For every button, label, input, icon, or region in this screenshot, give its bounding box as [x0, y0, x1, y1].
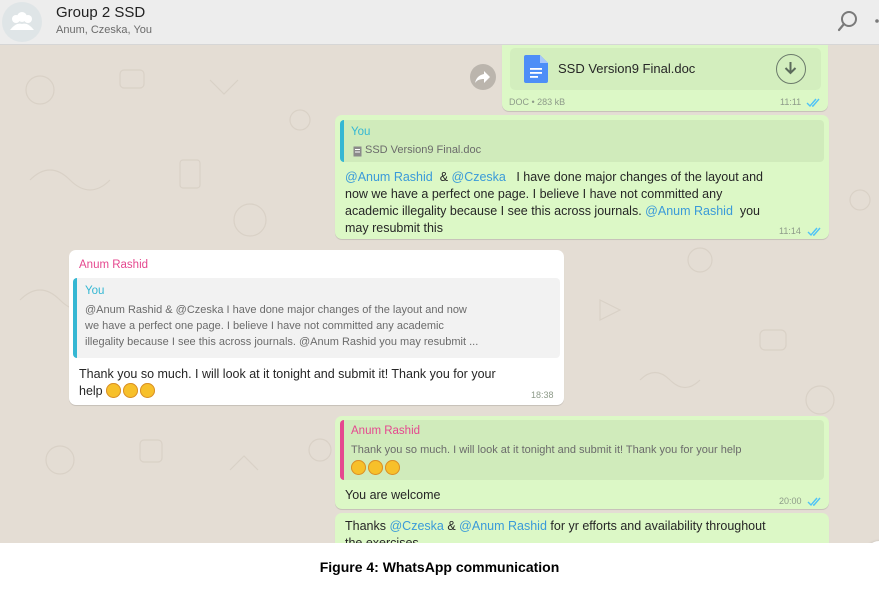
quote-bar — [340, 420, 344, 480]
quoted-message[interactable]: You SSD Version9 Final.doc — [340, 120, 824, 162]
incoming-message[interactable]: Anum Rashid You @Anum Rashid & @Czeska I… — [69, 250, 564, 405]
read-ticks-icon — [806, 98, 820, 108]
message-line: the exercises — [345, 536, 419, 543]
figure-caption: Figure 4: WhatsApp communication — [319, 559, 560, 575]
message-time: 18:38 — [531, 390, 554, 400]
reply-message[interactable]: You SSD Version9 Final.doc @Anum Rashid … — [335, 115, 829, 239]
mention[interactable]: @Anum Rashid — [645, 204, 733, 218]
quote-text: Thank you so much. I will look at it ton… — [351, 444, 742, 456]
document-card[interactable]: SSD Version9 Final.doc — [510, 48, 821, 90]
scroll-down-button[interactable] — [866, 541, 879, 543]
quote-line: we have a perfect one page. I believe I … — [85, 320, 444, 332]
text-part: you — [739, 204, 761, 218]
document-meta: DOC • 283 kB — [509, 97, 566, 107]
forward-icon — [475, 71, 490, 83]
smile-emoji-icon — [140, 383, 156, 398]
quote-author: Anum Rashid — [351, 425, 421, 437]
mention[interactable]: @Anum Rashid — [459, 519, 547, 533]
document-file-name: SSD Version9 Final.doc — [558, 61, 696, 76]
message-text: @Anum Rashid & @Czeska I have done major… — [345, 169, 825, 237]
message-text: Thanks @Czeska & @Anum Rashid for yr eff… — [345, 518, 825, 543]
message-line: Thank you so much. I will look at it ton… — [79, 367, 496, 381]
document-icon — [524, 55, 548, 83]
group-members: Anum, Czeska, You — [56, 24, 153, 36]
smile-emoji-icon — [351, 460, 366, 475]
amp-text: & — [439, 170, 449, 184]
search-icon[interactable] — [836, 9, 860, 33]
document-message[interactable]: SSD Version9 Final.doc DOC • 283 kB 11:1… — [502, 45, 828, 111]
quote-line: illegality because I see this across jou… — [85, 336, 479, 348]
smile-emoji-icon — [106, 383, 122, 398]
download-button[interactable] — [776, 54, 806, 84]
message-line: @Anum Rashid & @Czeska I have done major… — [345, 169, 825, 186]
text-part: Thanks — [345, 519, 386, 533]
smile-emoji-icon — [123, 383, 139, 398]
sender-name[interactable]: Anum Rashid — [79, 259, 148, 271]
message-line: Thanks @Czeska & @Anum Rashid for yr eff… — [345, 518, 825, 535]
group-avatar[interactable] — [2, 2, 42, 42]
message-time: 11:11 — [780, 97, 802, 107]
message-list: SSD Version9 Final.doc DOC • 283 kB 11:1… — [0, 45, 879, 543]
smile-emoji-icon — [368, 460, 383, 475]
quoted-message[interactable]: You @Anum Rashid & @Czeska I have done m… — [73, 278, 560, 358]
quote-file-name: SSD Version9 Final.doc — [365, 144, 482, 156]
message-line: academic illegality because I see this a… — [345, 203, 825, 220]
mention[interactable]: @Czeska — [452, 170, 506, 184]
text-part: academic illegality because I see this a… — [345, 204, 642, 218]
amp-text: & — [447, 519, 456, 533]
quote-emojis — [351, 460, 402, 475]
quote-bar — [73, 278, 77, 358]
quoted-message[interactable]: Anum Rashid Thank you so much. I will lo… — [340, 420, 824, 480]
message-line: help — [79, 383, 559, 400]
message-line: now we have a perfect one page. I believ… — [345, 187, 723, 201]
mention[interactable]: @Czeska — [389, 519, 443, 533]
quote-bar — [340, 120, 344, 162]
forward-button[interactable] — [470, 64, 496, 90]
quote-author: You — [85, 285, 105, 297]
quote-line: @Anum Rashid & @Czeska I have done major… — [85, 304, 467, 316]
message-time: 11:14 — [779, 226, 801, 236]
smile-emoji-icon — [385, 460, 400, 475]
menu-dots-icon[interactable] — [870, 9, 879, 33]
text-part: help — [79, 384, 103, 398]
read-ticks-icon — [807, 227, 821, 237]
thanks-message[interactable]: Thanks @Czeska & @Anum Rashid for yr eff… — [335, 513, 829, 543]
message-time: 20:00 — [779, 496, 802, 506]
group-avatar-icon — [10, 12, 34, 30]
reply-message[interactable]: Anum Rashid Thank you so much. I will lo… — [335, 416, 829, 509]
chat-header: Group 2 SSD Anum, Czeska, You — [0, 0, 879, 45]
read-ticks-icon — [807, 497, 821, 507]
message-text: Thank you so much. I will look at it ton… — [79, 366, 559, 400]
download-icon — [784, 62, 797, 75]
text-part: I have done major changes of the layout … — [516, 170, 764, 184]
quote-text: @Anum Rashid & @Czeska I have done major… — [85, 302, 555, 350]
message-line: may resubmit this — [345, 221, 443, 235]
document-small-icon — [353, 146, 362, 157]
quote-author: You — [351, 126, 371, 138]
group-title[interactable]: Group 2 SSD — [56, 4, 145, 21]
message-text: You are welcome — [345, 488, 441, 502]
whatsapp-screenshot: Group 2 SSD Anum, Czeska, You SSD Versio… — [0, 0, 879, 543]
mention[interactable]: @Anum Rashid — [345, 170, 433, 184]
text-part: for yr efforts and availability througho… — [550, 519, 766, 533]
